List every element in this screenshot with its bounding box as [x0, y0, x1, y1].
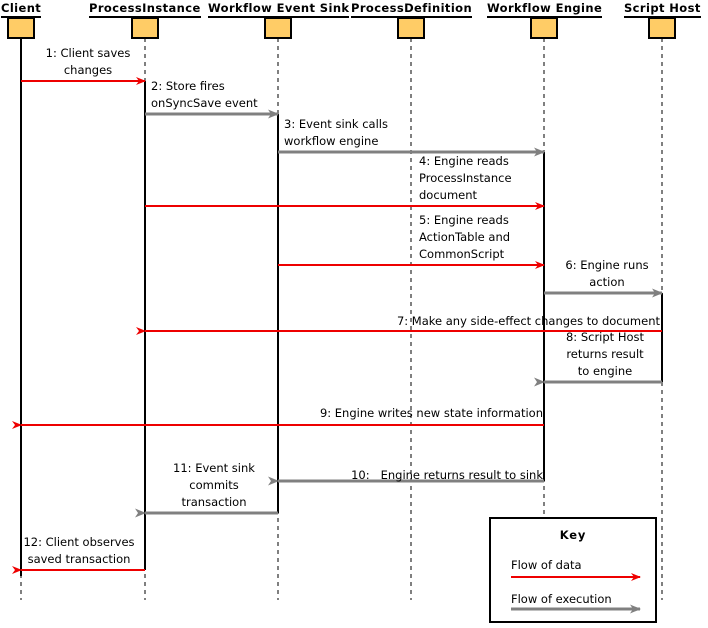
message-label-1: 1: Client saves changes — [45, 46, 131, 77]
participant-label-script-host: Script Host — [624, 2, 701, 18]
message-label-2: 2: Store fires onSyncSave event — [151, 79, 258, 110]
participant-box-client[interactable] — [7, 17, 35, 39]
participant-label-client: Client — [1, 2, 42, 18]
message-label-4: 4: Engine reads ProcessInstance document — [419, 154, 512, 202]
participant-boxes-group — [7, 17, 676, 39]
message-label-8: 8: Script Host returns result to engine — [565, 330, 645, 378]
message-label-10: 10: Engine returns result to sink — [351, 468, 543, 482]
message-label-3: 3: Event sink calls workflow engine — [284, 117, 388, 148]
sequence-diagram: Client ProcessInstance Workflow Event Sink… — [0, 0, 708, 628]
participant-box-workflow-engine[interactable] — [530, 17, 558, 39]
key-label-flow-of-execution: Flow of execution — [511, 592, 612, 606]
participant-label-process-definition: ProcessDefinition — [351, 2, 473, 18]
participant-label-process-instance: ProcessInstance — [89, 2, 201, 18]
key-legend-title: Key — [559, 528, 587, 542]
key-label-flow-of-data: Flow of data — [511, 558, 582, 572]
message-label-12: 12: Client observes saved transaction — [23, 535, 135, 566]
participant-box-process-instance[interactable] — [131, 17, 159, 39]
message-label-11: 11: Event sink commits transaction — [173, 461, 255, 509]
participant-box-process-definition[interactable] — [397, 17, 425, 39]
participant-label-workflow-engine: Workflow Engine — [487, 2, 603, 18]
participant-label-workflow-event-sink: Workflow Event Sink — [208, 2, 350, 18]
message-label-7: 7: Make any side-effect changes to docum… — [396, 314, 660, 328]
participant-box-workflow-event-sink[interactable] — [264, 17, 292, 39]
message-label-6: 6: Engine runs action — [565, 258, 649, 289]
participant-box-script-host[interactable] — [648, 17, 676, 39]
message-label-5: 5: Engine reads ActionTable and CommonSc… — [419, 213, 511, 261]
message-label-9: 9: Engine writes new state information — [319, 406, 543, 420]
